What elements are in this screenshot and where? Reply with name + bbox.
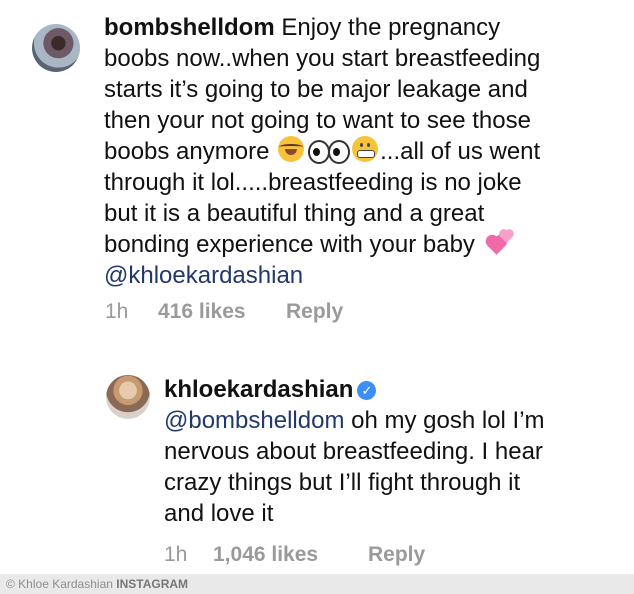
comment-text-line: Enjoy the pregnancy <box>281 14 501 41</box>
comment-text-line: but it is a beautiful thing and a great <box>104 200 485 227</box>
eyes-emoji-icon <box>308 138 351 164</box>
credit-copyright: © Khloe Kardashian <box>6 577 113 591</box>
like-count[interactable]: 416 likes <box>158 300 246 324</box>
comment-text-line: oh my gosh lol I’m <box>351 407 545 434</box>
comment-text-line: crazy things but I’ll fight through it <box>164 469 521 496</box>
photo-credit: © Khloe Kardashian INSTAGRAM <box>0 574 634 594</box>
comment-text-line: starts it’s going to be major leakage an… <box>104 76 528 103</box>
laughing-crying-emoji-icon <box>278 136 305 162</box>
comment-time: 1h <box>105 300 129 323</box>
mention-link[interactable]: @bombshelldom <box>164 407 344 434</box>
credit-source: INSTAGRAM <box>116 577 189 591</box>
mention-link[interactable]: @khloekardashian <box>104 260 619 291</box>
comment-text-line: bonding experience with your baby <box>104 231 475 258</box>
grimacing-emoji-icon <box>352 136 379 162</box>
comment-username[interactable]: bombshelldom <box>104 14 275 41</box>
comment-text-line: then your not going to want to see those <box>104 107 531 134</box>
reply-button[interactable]: Reply <box>286 300 343 324</box>
comment-khloekardashian: khloekardashian ✓ @bombshelldom oh my gos… <box>164 374 619 529</box>
comment-text-line: boobs now..when you start breastfeeding <box>104 45 541 72</box>
comment-text-line: through it lol.....breastfeeding is no j… <box>104 169 522 196</box>
verified-badge-icon: ✓ <box>357 381 377 400</box>
comment-text-line: boobs anymore <box>104 138 270 165</box>
comment-text-line: and love it <box>164 500 274 527</box>
like-count[interactable]: 1,046 likes <box>213 543 318 567</box>
bombshelldom-avatar[interactable] <box>32 24 80 72</box>
khloekardashian-avatar[interactable] <box>106 375 150 419</box>
comment-text-line: ...all of us went <box>380 138 541 165</box>
comment-bombshelldom: bombshelldom Enjoy the pregnancy boobs n… <box>104 12 619 291</box>
two-hearts-emoji-icon <box>486 229 516 255</box>
comment-time: 1h <box>164 543 188 566</box>
comment-text-line: nervous about breastfeeding. I hear <box>164 438 543 465</box>
reply-button[interactable]: Reply <box>368 543 425 567</box>
comment-username[interactable]: khloekardashian <box>164 376 353 403</box>
